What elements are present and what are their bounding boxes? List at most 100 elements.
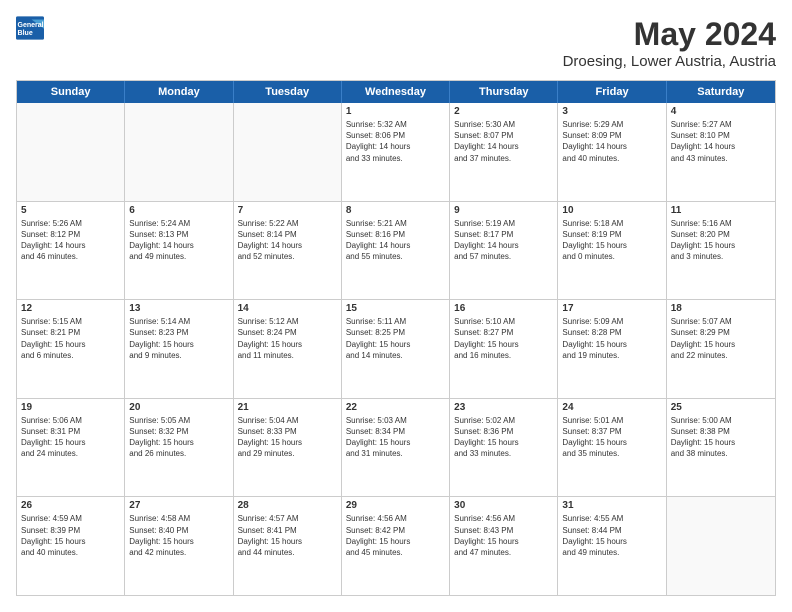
day-number: 25 bbox=[671, 402, 771, 413]
calendar-cell-day-18: 18 Sunrise: 5:07 AM Sunset: 8:29 PM Dayli… bbox=[667, 300, 775, 398]
cell-info: Sunrise: 5:03 AM Sunset: 8:34 PM Dayligh… bbox=[346, 415, 445, 460]
general-blue-icon: General Blue bbox=[16, 16, 44, 40]
day-number: 24 bbox=[562, 402, 661, 413]
main-title: May 2024 bbox=[563, 16, 776, 53]
day-number: 27 bbox=[129, 500, 228, 511]
day-number: 31 bbox=[562, 500, 661, 511]
day-name-tuesday: Tuesday bbox=[234, 81, 342, 103]
cell-info: Sunrise: 5:19 AM Sunset: 8:17 PM Dayligh… bbox=[454, 218, 553, 263]
day-name-wednesday: Wednesday bbox=[342, 81, 450, 103]
cell-info: Sunrise: 4:56 AM Sunset: 8:43 PM Dayligh… bbox=[454, 513, 553, 558]
cell-info: Sunrise: 5:32 AM Sunset: 8:06 PM Dayligh… bbox=[346, 119, 445, 164]
calendar-cell-day-23: 23 Sunrise: 5:02 AM Sunset: 8:36 PM Dayli… bbox=[450, 399, 558, 497]
header: General Blue May 2024 Droesing, Lower Au… bbox=[16, 16, 776, 70]
calendar-cell-day-2: 2 Sunrise: 5:30 AM Sunset: 8:07 PM Daylig… bbox=[450, 103, 558, 201]
cell-info: Sunrise: 5:09 AM Sunset: 8:28 PM Dayligh… bbox=[562, 316, 661, 361]
calendar-week-2: 5 Sunrise: 5:26 AM Sunset: 8:12 PM Daylig… bbox=[17, 202, 775, 301]
day-number: 14 bbox=[238, 303, 337, 314]
cell-info: Sunrise: 4:59 AM Sunset: 8:39 PM Dayligh… bbox=[21, 513, 120, 558]
day-number: 16 bbox=[454, 303, 553, 314]
day-name-sunday: Sunday bbox=[17, 81, 125, 103]
calendar-cell-day-31: 31 Sunrise: 4:55 AM Sunset: 8:44 PM Dayli… bbox=[558, 497, 666, 595]
day-number: 5 bbox=[21, 205, 120, 216]
calendar-cell-day-24: 24 Sunrise: 5:01 AM Sunset: 8:37 PM Dayli… bbox=[558, 399, 666, 497]
page: General Blue May 2024 Droesing, Lower Au… bbox=[0, 0, 792, 612]
title-block: May 2024 Droesing, Lower Austria, Austri… bbox=[563, 16, 776, 70]
day-number: 3 bbox=[562, 106, 661, 117]
day-number: 30 bbox=[454, 500, 553, 511]
day-number: 22 bbox=[346, 402, 445, 413]
svg-text:Blue: Blue bbox=[18, 30, 33, 37]
calendar-body: 1 Sunrise: 5:32 AM Sunset: 8:06 PM Daylig… bbox=[17, 103, 775, 595]
day-number: 6 bbox=[129, 205, 228, 216]
calendar-cell-day-19: 19 Sunrise: 5:06 AM Sunset: 8:31 PM Dayli… bbox=[17, 399, 125, 497]
day-number: 11 bbox=[671, 205, 771, 216]
day-number: 1 bbox=[346, 106, 445, 117]
day-number: 12 bbox=[21, 303, 120, 314]
day-number: 29 bbox=[346, 500, 445, 511]
calendar-cell-day-28: 28 Sunrise: 4:57 AM Sunset: 8:41 PM Dayli… bbox=[234, 497, 342, 595]
day-number: 20 bbox=[129, 402, 228, 413]
calendar-cell-day-6: 6 Sunrise: 5:24 AM Sunset: 8:13 PM Daylig… bbox=[125, 202, 233, 300]
calendar-cell-day-12: 12 Sunrise: 5:15 AM Sunset: 8:21 PM Dayli… bbox=[17, 300, 125, 398]
day-number: 2 bbox=[454, 106, 553, 117]
cell-info: Sunrise: 5:30 AM Sunset: 8:07 PM Dayligh… bbox=[454, 119, 553, 164]
calendar-cell-empty bbox=[17, 103, 125, 201]
cell-info: Sunrise: 5:11 AM Sunset: 8:25 PM Dayligh… bbox=[346, 316, 445, 361]
calendar-cell-empty bbox=[667, 497, 775, 595]
calendar-cell-day-22: 22 Sunrise: 5:03 AM Sunset: 8:34 PM Dayli… bbox=[342, 399, 450, 497]
cell-info: Sunrise: 5:26 AM Sunset: 8:12 PM Dayligh… bbox=[21, 218, 120, 263]
svg-text:General: General bbox=[18, 22, 44, 29]
cell-info: Sunrise: 5:24 AM Sunset: 8:13 PM Dayligh… bbox=[129, 218, 228, 263]
day-number: 13 bbox=[129, 303, 228, 314]
cell-info: Sunrise: 5:27 AM Sunset: 8:10 PM Dayligh… bbox=[671, 119, 771, 164]
calendar-cell-day-8: 8 Sunrise: 5:21 AM Sunset: 8:16 PM Daylig… bbox=[342, 202, 450, 300]
cell-info: Sunrise: 5:04 AM Sunset: 8:33 PM Dayligh… bbox=[238, 415, 337, 460]
cell-info: Sunrise: 5:12 AM Sunset: 8:24 PM Dayligh… bbox=[238, 316, 337, 361]
calendar-cell-day-29: 29Sunrise: 4:56 AM Sunset: 8:42 PM Dayli… bbox=[342, 497, 450, 595]
calendar-cell-day-11: 11Sunrise: 5:16 AM Sunset: 8:20 PM Dayli… bbox=[667, 202, 775, 300]
day-number: 8 bbox=[346, 205, 445, 216]
calendar-cell-day-5: 5 Sunrise: 5:26 AM Sunset: 8:12 PM Daylig… bbox=[17, 202, 125, 300]
calendar-cell-day-7: 7Sunrise: 5:22 AM Sunset: 8:14 PM Daylig… bbox=[234, 202, 342, 300]
cell-info: Sunrise: 5:15 AM Sunset: 8:21 PM Dayligh… bbox=[21, 316, 120, 361]
day-number: 23 bbox=[454, 402, 553, 413]
day-number: 9 bbox=[454, 205, 553, 216]
calendar-cell-day-13: 13 Sunrise: 5:14 AM Sunset: 8:23 PM Dayli… bbox=[125, 300, 233, 398]
calendar-week-5: 26Sunrise: 4:59 AM Sunset: 8:39 PM Dayli… bbox=[17, 497, 775, 595]
calendar: SundayMondayTuesdayWednesdayThursdayFrid… bbox=[16, 80, 776, 596]
calendar-cell-day-20: 20 Sunrise: 5:05 AM Sunset: 8:32 PM Dayli… bbox=[125, 399, 233, 497]
cell-info: Sunrise: 5:02 AM Sunset: 8:36 PM Dayligh… bbox=[454, 415, 553, 460]
calendar-cell-day-1: 1 Sunrise: 5:32 AM Sunset: 8:06 PM Daylig… bbox=[342, 103, 450, 201]
calendar-cell-day-26: 26Sunrise: 4:59 AM Sunset: 8:39 PM Dayli… bbox=[17, 497, 125, 595]
day-name-thursday: Thursday bbox=[450, 81, 558, 103]
day-number: 4 bbox=[671, 106, 771, 117]
cell-info: Sunrise: 5:07 AM Sunset: 8:29 PM Dayligh… bbox=[671, 316, 771, 361]
cell-info: Sunrise: 5:14 AM Sunset: 8:23 PM Dayligh… bbox=[129, 316, 228, 361]
calendar-cell-day-30: 30 Sunrise: 4:56 AM Sunset: 8:43 PM Dayli… bbox=[450, 497, 558, 595]
cell-info: Sunrise: 4:57 AM Sunset: 8:41 PM Dayligh… bbox=[238, 513, 337, 558]
day-number: 15 bbox=[346, 303, 445, 314]
day-number: 18 bbox=[671, 303, 771, 314]
day-name-monday: Monday bbox=[125, 81, 233, 103]
calendar-cell-day-17: 17 Sunrise: 5:09 AM Sunset: 8:28 PM Dayli… bbox=[558, 300, 666, 398]
cell-info: Sunrise: 5:18 AM Sunset: 8:19 PM Dayligh… bbox=[562, 218, 661, 263]
calendar-cell-day-21: 21Sunrise: 5:04 AM Sunset: 8:33 PM Dayli… bbox=[234, 399, 342, 497]
calendar-header: SundayMondayTuesdayWednesdayThursdayFrid… bbox=[17, 81, 775, 103]
day-number: 19 bbox=[21, 402, 120, 413]
cell-info: Sunrise: 5:22 AM Sunset: 8:14 PM Dayligh… bbox=[238, 218, 337, 263]
calendar-week-1: 1 Sunrise: 5:32 AM Sunset: 8:06 PM Daylig… bbox=[17, 103, 775, 202]
cell-info: Sunrise: 5:05 AM Sunset: 8:32 PM Dayligh… bbox=[129, 415, 228, 460]
day-number: 10 bbox=[562, 205, 661, 216]
calendar-cell-day-3: 3Sunrise: 5:29 AM Sunset: 8:09 PM Daylig… bbox=[558, 103, 666, 201]
calendar-cell-day-10: 10 Sunrise: 5:18 AM Sunset: 8:19 PM Dayli… bbox=[558, 202, 666, 300]
cell-info: Sunrise: 4:55 AM Sunset: 8:44 PM Dayligh… bbox=[562, 513, 661, 558]
day-number: 28 bbox=[238, 500, 337, 511]
cell-info: Sunrise: 5:21 AM Sunset: 8:16 PM Dayligh… bbox=[346, 218, 445, 263]
calendar-cell-day-4: 4 Sunrise: 5:27 AM Sunset: 8:10 PM Daylig… bbox=[667, 103, 775, 201]
day-number: 17 bbox=[562, 303, 661, 314]
cell-info: Sunrise: 5:06 AM Sunset: 8:31 PM Dayligh… bbox=[21, 415, 120, 460]
cell-info: Sunrise: 5:01 AM Sunset: 8:37 PM Dayligh… bbox=[562, 415, 661, 460]
cell-info: Sunrise: 5:00 AM Sunset: 8:38 PM Dayligh… bbox=[671, 415, 771, 460]
day-name-saturday: Saturday bbox=[667, 81, 775, 103]
